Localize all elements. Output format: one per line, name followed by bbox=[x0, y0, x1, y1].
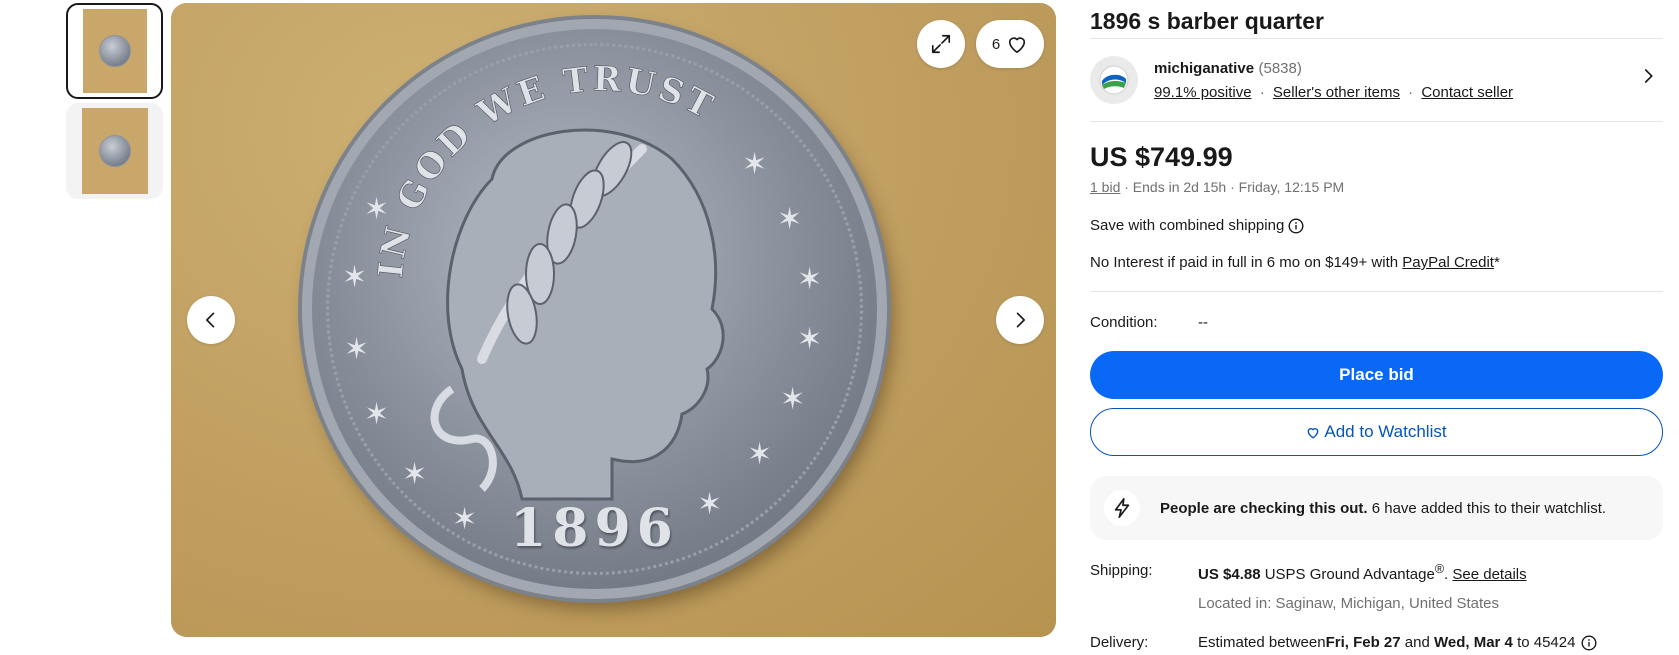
svg-text:✶: ✶ bbox=[777, 202, 802, 237]
thumbnail-2[interactable] bbox=[66, 103, 163, 199]
auction-end-time: · Ends in 2d 15h · Friday, 12:15 PM bbox=[1124, 179, 1345, 195]
item-location: Located in: Saginaw, Michigan, United St… bbox=[1198, 595, 1500, 612]
svg-text:✶: ✶ bbox=[344, 332, 369, 367]
listing-details-panel: 1896 s barber quarter michiganative (583… bbox=[1090, 0, 1663, 651]
add-to-watchlist-label: Add to Watchlist bbox=[1324, 422, 1447, 441]
seller-avatar[interactable] bbox=[1090, 56, 1138, 104]
registered-mark: ® bbox=[1434, 562, 1445, 576]
watch-count-button[interactable]: 6 bbox=[976, 20, 1044, 68]
watch-count: 6 bbox=[991, 35, 1001, 53]
seller-feedback-count: (5838) bbox=[1258, 59, 1302, 77]
financing-asterisk: * bbox=[1493, 254, 1500, 271]
delivery-prefix: Estimated between bbox=[1198, 634, 1326, 651]
listing-title: 1896 s barber quarter bbox=[1090, 8, 1324, 34]
main-product-image[interactable]: IN GOD WE TRUST ✶ ✶ ✶ ✶ ✶ ✶ ✶ ✶ ✶ ✶ ✶ ✶ … bbox=[171, 3, 1056, 637]
shipping-service: USPS Ground Advantage bbox=[1260, 566, 1435, 583]
delivery-suffix: to 45424 bbox=[1512, 634, 1576, 651]
bid-count-link[interactable]: 1 bid bbox=[1090, 179, 1120, 195]
delivery-start: Fri, Feb 27 bbox=[1325, 634, 1401, 651]
seller-logo-icon bbox=[1099, 65, 1129, 95]
notice-bold: People are checking this out. bbox=[1160, 499, 1368, 517]
delivery-label: Delivery: bbox=[1090, 634, 1149, 651]
condition-value: -- bbox=[1198, 314, 1208, 331]
combined-shipping-text: Save with combined shipping bbox=[1090, 217, 1285, 234]
info-icon[interactable] bbox=[1581, 634, 1597, 651]
next-image-button[interactable] bbox=[996, 296, 1044, 344]
info-icon[interactable] bbox=[1288, 217, 1304, 234]
svg-text:✶: ✶ bbox=[364, 397, 389, 432]
thumbnail-image bbox=[81, 108, 148, 194]
heart-icon bbox=[1009, 37, 1026, 53]
watchers-notice: People are checking this out. 6 have add… bbox=[1090, 476, 1663, 540]
financing-text: No Interest if paid in full in 6 mo on $… bbox=[1090, 254, 1403, 271]
paypal-credit-link[interactable]: PayPal Credit bbox=[1402, 254, 1494, 271]
thumbnail-image bbox=[82, 9, 147, 93]
seller-other-items-link[interactable]: Seller's other items bbox=[1273, 84, 1400, 101]
svg-text:✶: ✶ bbox=[797, 322, 822, 357]
notice-text: 6 have added this to their watchlist. bbox=[1367, 499, 1607, 517]
delivery-and: and bbox=[1400, 634, 1434, 651]
shipping-cost: US $4.88 bbox=[1198, 566, 1261, 583]
coin-year: 1896 bbox=[510, 498, 679, 559]
previous-image-button[interactable] bbox=[187, 296, 235, 344]
svg-text:✶: ✶ bbox=[742, 147, 767, 182]
thumbnail-1[interactable] bbox=[66, 3, 163, 99]
svg-text:✶: ✶ bbox=[364, 192, 389, 227]
chevron-left-icon bbox=[206, 312, 215, 328]
contact-seller-link[interactable]: Contact seller bbox=[1421, 84, 1513, 101]
expand-image-button[interactable] bbox=[917, 20, 965, 68]
chevron-right-icon[interactable] bbox=[1639, 67, 1657, 85]
coin-image: IN GOD WE TRUST ✶ ✶ ✶ ✶ ✶ ✶ ✶ ✶ ✶ ✶ ✶ ✶ … bbox=[302, 19, 887, 599]
see-details-link[interactable]: See details bbox=[1452, 566, 1526, 583]
delivery-end: Wed, Mar 4 bbox=[1433, 634, 1513, 651]
add-to-watchlist-button[interactable]: Add to Watchlist bbox=[1090, 408, 1663, 456]
lightning-icon bbox=[1114, 498, 1130, 518]
separator: · bbox=[1259, 83, 1265, 101]
separator: · bbox=[1408, 83, 1414, 101]
heart-icon bbox=[1308, 427, 1319, 438]
expand-icon bbox=[931, 34, 951, 54]
svg-text:✶: ✶ bbox=[797, 262, 822, 297]
condition-label: Condition: bbox=[1090, 314, 1158, 331]
svg-text:✶: ✶ bbox=[780, 382, 805, 417]
shipping-label: Shipping: bbox=[1090, 562, 1153, 579]
seller-card[interactable]: michiganative (5838) 99.1% positive · Se… bbox=[1090, 39, 1663, 121]
place-bid-button[interactable]: Place bid bbox=[1090, 351, 1663, 399]
svg-text:✶: ✶ bbox=[402, 457, 427, 492]
chevron-right-icon bbox=[1016, 312, 1025, 328]
svg-text:✶: ✶ bbox=[747, 437, 772, 472]
seller-positive-link[interactable]: 99.1% positive bbox=[1154, 84, 1252, 101]
price: US $749.99 bbox=[1090, 142, 1233, 172]
thumbnail-strip bbox=[66, 3, 163, 203]
seller-name[interactable]: michiganative bbox=[1154, 60, 1254, 77]
svg-text:✶: ✶ bbox=[342, 260, 367, 295]
